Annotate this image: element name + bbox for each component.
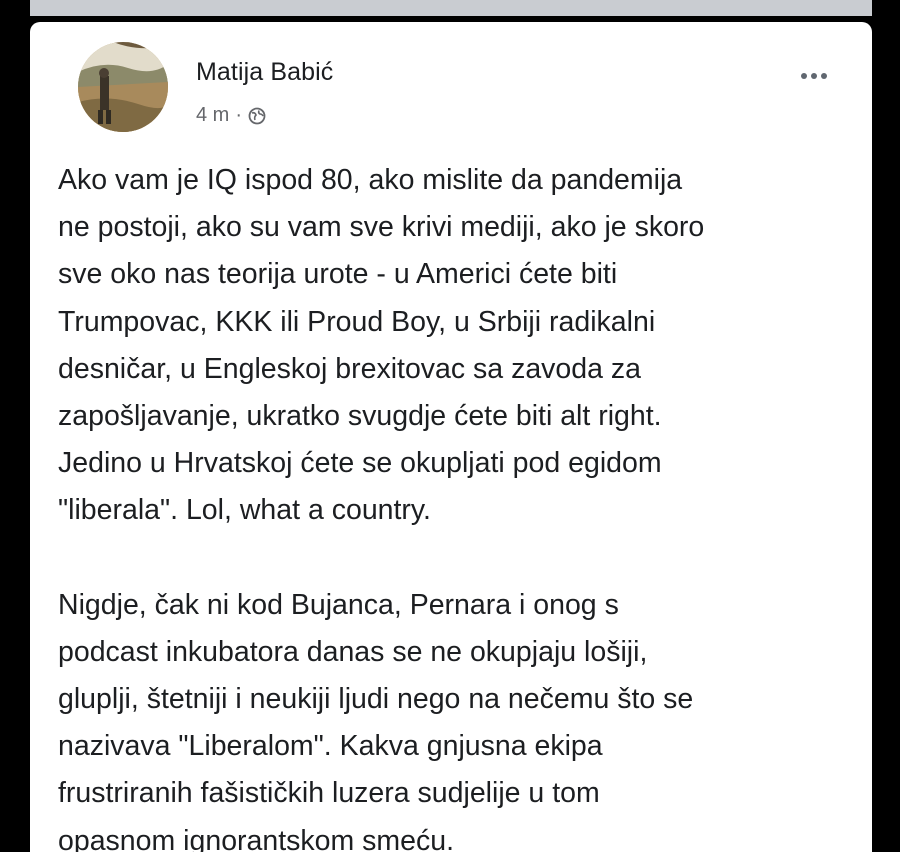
meta-separator: ·: [235, 104, 243, 126]
post-time[interactable]: 4 m: [196, 104, 229, 127]
post-header: Matija Babić 4 m ·: [78, 42, 852, 134]
post-paragraph: Nigdje, čak ni kod Bujanca, Pernara i on…: [58, 588, 694, 852]
more-horizontal-icon: [801, 73, 807, 79]
previous-card-edge: [30, 0, 872, 16]
post-meta: 4 m ·: [196, 104, 266, 127]
author-name[interactable]: Matija Babić: [196, 58, 333, 87]
avatar-photo: [78, 42, 168, 132]
more-options-button[interactable]: [794, 64, 834, 88]
screenshot-frame: Matija Babić 4 m · Ako vam je IQ ispod 8…: [0, 0, 900, 852]
globe-icon[interactable]: [248, 107, 266, 125]
more-dot: [821, 73, 827, 79]
post-text: Ako vam je IQ ispod 80, ako mislite da p…: [58, 157, 858, 852]
avatar[interactable]: [78, 42, 168, 132]
post-card: Matija Babić 4 m · Ako vam je IQ ispod 8…: [30, 22, 872, 852]
post-paragraph: Ako vam je IQ ispod 80, ako mislite da p…: [58, 164, 705, 527]
more-dot: [811, 73, 817, 79]
